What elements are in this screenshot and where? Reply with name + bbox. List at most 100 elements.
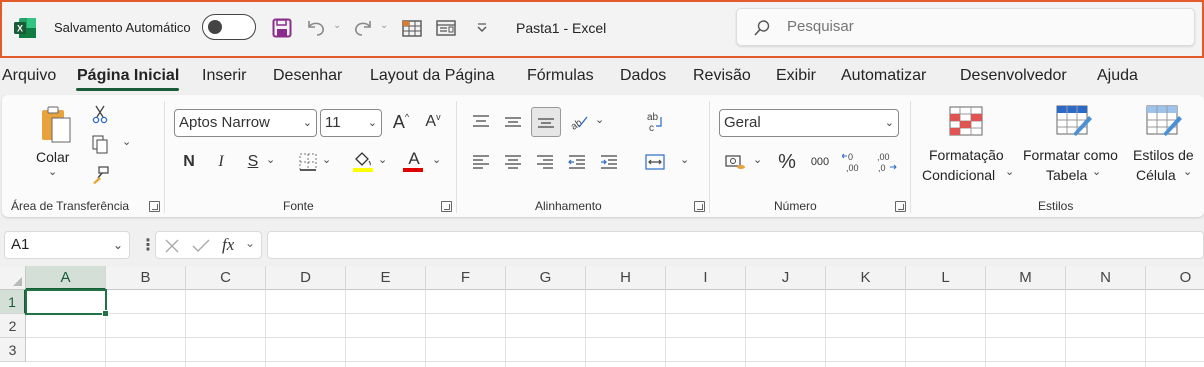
cell-styles-chevron-icon[interactable]: ⌄ [1183, 165, 1192, 178]
column-header-g[interactable]: G [506, 266, 586, 290]
conditional-formatting-line1[interactable]: Formatação [929, 145, 1004, 165]
format-painter-icon[interactable] [88, 163, 112, 187]
tab-ajuda[interactable]: Ajuda [1097, 67, 1138, 85]
column-header-h[interactable]: H [586, 266, 666, 290]
redo-icon[interactable] [351, 16, 375, 40]
form-icon[interactable] [434, 16, 458, 40]
copy-icon[interactable] [88, 133, 112, 155]
cell-styles-line1[interactable]: Estilos de [1133, 145, 1194, 165]
paste-chevron-icon[interactable]: ⌄ [48, 165, 57, 178]
tab-formulas[interactable]: Fórmulas [527, 67, 594, 85]
paste-label[interactable]: Colar [36, 147, 69, 167]
formula-input[interactable] [267, 231, 1204, 259]
undo-chevron-icon[interactable]: ⌄ [333, 20, 341, 31]
borders-chevron-icon[interactable]: ⌄ [322, 153, 331, 166]
merge-chevron-icon[interactable]: ⌄ [680, 153, 689, 166]
column-header-n[interactable]: N [1066, 266, 1146, 290]
wrap-text-icon[interactable]: ab c [642, 109, 668, 135]
column-header-f[interactable]: F [426, 266, 506, 290]
active-cell[interactable] [25, 289, 109, 317]
orientation-chevron-icon[interactable]: ⌄ [595, 113, 604, 126]
borders-icon[interactable] [296, 149, 320, 175]
percent-button[interactable]: % [774, 149, 800, 175]
align-middle-icon[interactable] [500, 109, 526, 135]
tab-automatizar[interactable]: Automatizar [841, 67, 926, 85]
autosave-toggle[interactable] [202, 14, 256, 40]
fill-color-icon[interactable] [350, 147, 376, 175]
alignment-launcher-icon[interactable] [694, 201, 705, 212]
more-options-icon[interactable]: ⋮ [140, 235, 156, 255]
fill-color-chevron-icon[interactable]: ⌄ [378, 153, 387, 166]
tab-pagina-inicial[interactable]: Página Inicial [77, 67, 179, 85]
font-family-select[interactable]: Aptos Narrow ⌄ [174, 109, 317, 137]
grow-font-button[interactable]: A ^ [388, 109, 414, 135]
cancel-icon[interactable] [164, 238, 180, 254]
save-icon[interactable] [270, 16, 294, 40]
decrease-decimal-icon[interactable]: ,00,0 [872, 149, 900, 175]
conditional-formatting-icon[interactable] [946, 103, 986, 139]
select-all-corner[interactable] [0, 266, 26, 290]
italic-button[interactable]: I [210, 149, 232, 175]
format-as-table-icon[interactable] [1054, 103, 1094, 139]
enter-check-icon[interactable] [192, 238, 210, 254]
orientation-icon[interactable]: ab [566, 109, 592, 135]
merge-center-icon[interactable] [642, 149, 668, 175]
column-header-b[interactable]: B [106, 266, 186, 290]
thousands-button[interactable]: 000 [806, 149, 834, 175]
tab-exibir[interactable]: Exibir [776, 67, 816, 85]
copy-chevron-icon[interactable]: ⌄ [122, 135, 131, 148]
cell-styles-line2[interactable]: Célula [1136, 165, 1176, 185]
column-header-e[interactable]: E [346, 266, 426, 290]
column-header-k[interactable]: K [826, 266, 906, 290]
increase-decimal-icon[interactable]: 0,00 [840, 149, 868, 175]
format-table-chevron-icon[interactable]: ⌄ [1092, 165, 1101, 178]
redo-chevron-icon[interactable]: ⌄ [380, 20, 388, 31]
align-right-icon[interactable] [532, 149, 558, 175]
tab-desenvolvedor[interactable]: Desenvolvedor [960, 67, 1067, 85]
number-format-select[interactable]: Geral ⌄ [719, 109, 899, 137]
table-grid-icon[interactable] [400, 16, 424, 40]
undo-icon[interactable] [304, 16, 328, 40]
number-launcher-icon[interactable] [895, 201, 906, 212]
tab-revisao[interactable]: Revisão [693, 67, 751, 85]
cut-icon[interactable] [88, 103, 112, 125]
shrink-font-button[interactable]: Av [420, 109, 446, 135]
tab-inserir[interactable]: Inserir [202, 67, 246, 85]
column-header-m[interactable]: M [986, 266, 1066, 290]
conditional-formatting-line2[interactable]: Condicional [922, 165, 995, 185]
column-header-a[interactable]: A [26, 266, 106, 290]
align-top-icon[interactable] [468, 109, 494, 135]
format-as-table-line1[interactable]: Formatar como [1023, 145, 1118, 165]
tab-desenhar[interactable]: Desenhar [273, 67, 342, 85]
tab-layout-da-pagina[interactable]: Layout da Página [370, 67, 495, 85]
column-header-i[interactable]: I [666, 266, 746, 290]
font-size-select[interactable]: 11 ⌄ [320, 109, 382, 137]
name-box[interactable]: A1 ⌄ [4, 231, 130, 259]
insert-function-button[interactable]: fx [222, 235, 234, 255]
column-header-l[interactable]: L [906, 266, 986, 290]
tab-arquivo[interactable]: Arquivo [2, 67, 56, 85]
align-bottom-icon[interactable] [531, 107, 561, 137]
column-header-j[interactable]: J [746, 266, 826, 290]
decrease-indent-icon[interactable] [564, 149, 590, 175]
underline-chevron-icon[interactable]: ⌄ [266, 153, 275, 166]
row-header-3[interactable]: 3 [0, 338, 26, 362]
format-as-table-line2[interactable]: Tabela [1046, 165, 1087, 185]
underline-button[interactable]: S [242, 149, 264, 175]
currency-chevron-icon[interactable]: ⌄ [753, 153, 762, 166]
worksheet-grid[interactable]: ABCDEFGHIJKLMNO 123 [0, 266, 1204, 367]
row-header-1[interactable]: 1 [0, 290, 26, 314]
font-color-chevron-icon[interactable]: ⌄ [432, 153, 441, 166]
fx-chevron-icon[interactable]: ⌄ [245, 236, 255, 250]
increase-indent-icon[interactable] [596, 149, 622, 175]
align-left-icon[interactable] [468, 149, 494, 175]
row-header-2[interactable]: 2 [0, 314, 26, 338]
search-input[interactable] [787, 18, 1167, 35]
column-header-o[interactable]: O [1146, 266, 1204, 290]
cell-styles-icon[interactable] [1144, 103, 1184, 139]
column-header-c[interactable]: C [186, 266, 266, 290]
paste-icon[interactable] [36, 103, 76, 145]
column-header-d[interactable]: D [266, 266, 346, 290]
font-launcher-icon[interactable] [441, 201, 452, 212]
conditional-chevron-icon[interactable]: ⌄ [1005, 165, 1014, 178]
